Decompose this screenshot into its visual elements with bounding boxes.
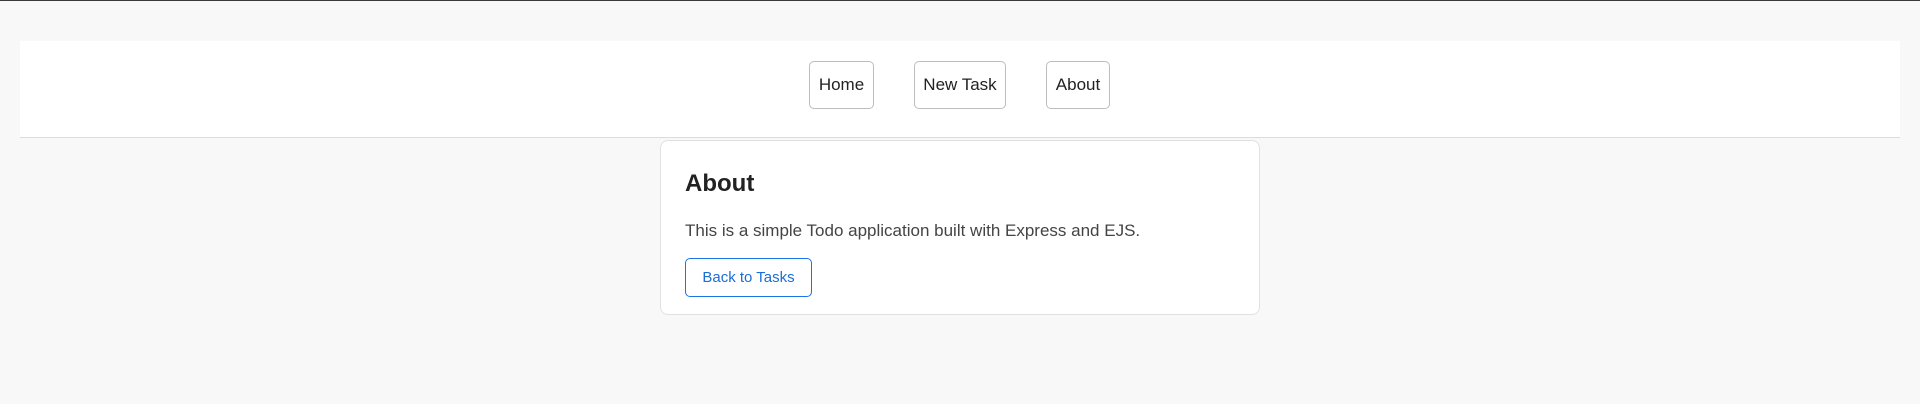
about-card: About This is a simple Todo application … — [660, 140, 1260, 315]
top-border — [0, 0, 1920, 1]
back-to-tasks-button[interactable]: Back to Tasks — [685, 258, 812, 297]
nav-about-button[interactable]: About — [1046, 61, 1110, 109]
page-title: About — [685, 170, 755, 197]
nav-home-button[interactable]: Home — [809, 61, 874, 109]
about-description: This is a simple Todo application built … — [685, 221, 1141, 240]
top-navbar: Home New Task About — [20, 41, 1900, 138]
nav-new-task-button[interactable]: New Task — [914, 61, 1006, 109]
